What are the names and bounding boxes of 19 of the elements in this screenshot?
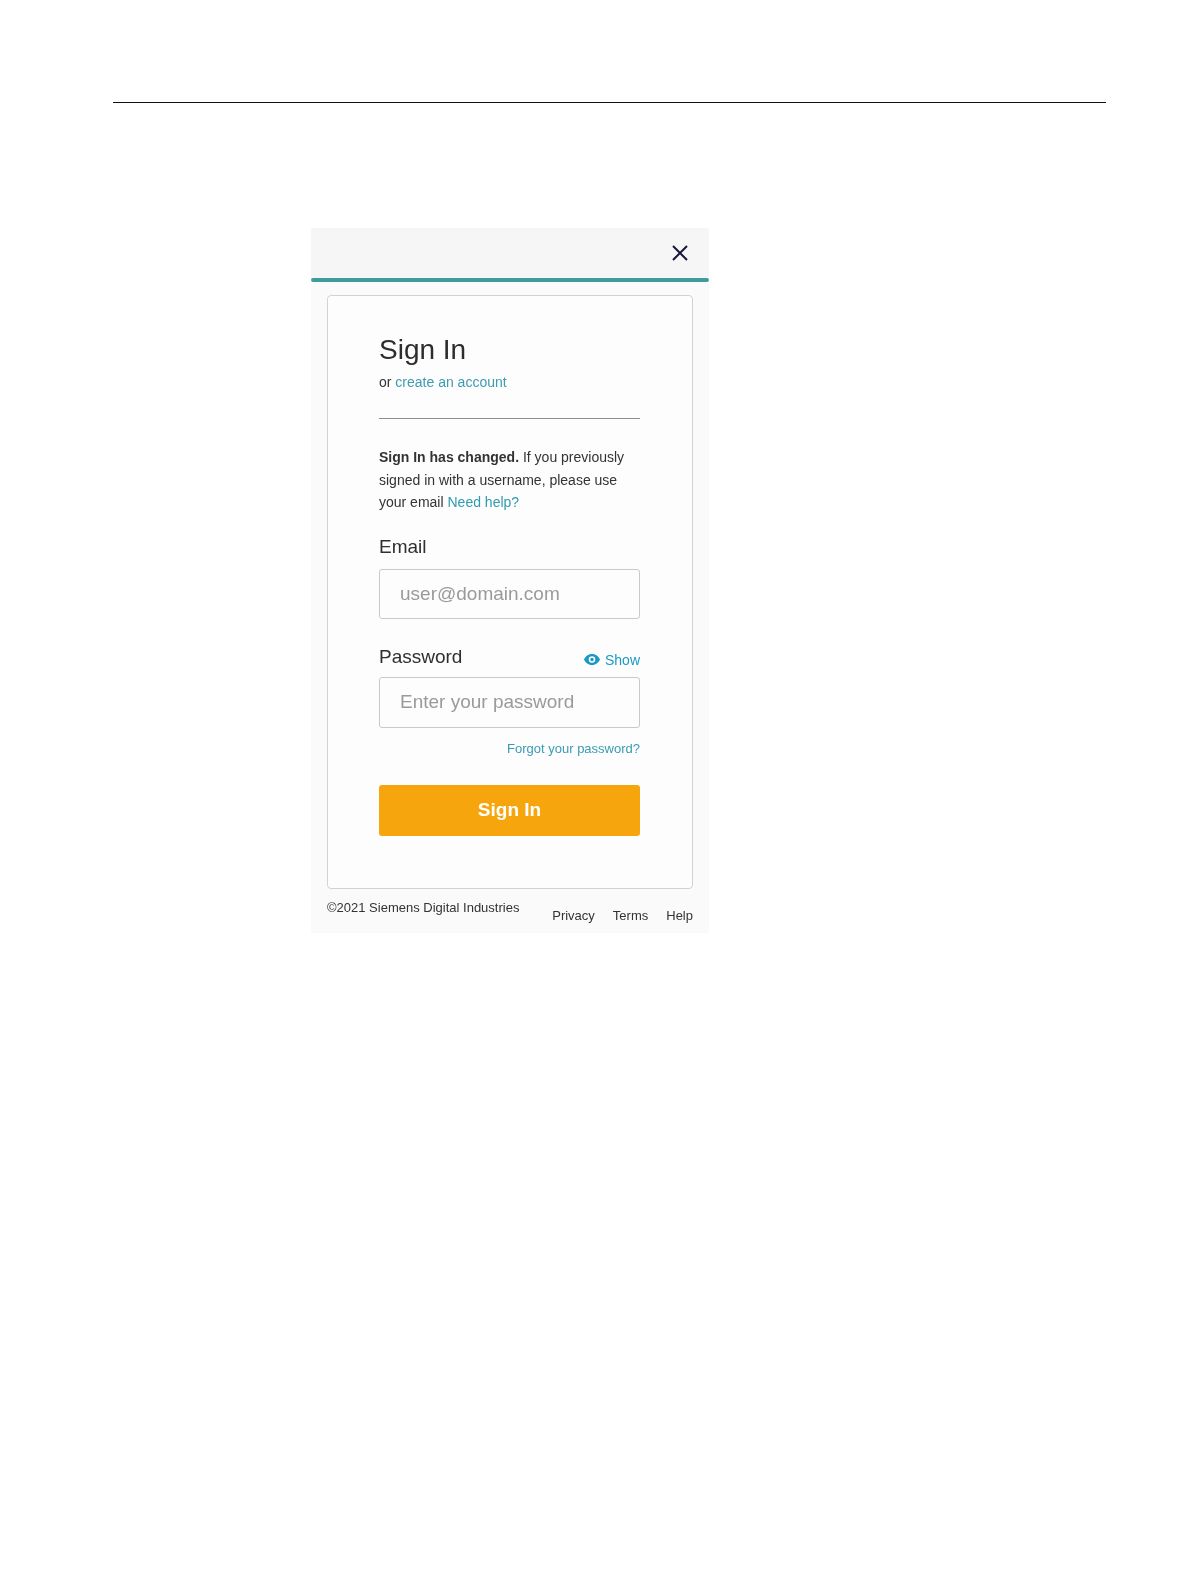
field-label: Password bbox=[379, 644, 463, 669]
field-label: Email bbox=[379, 534, 427, 559]
sign-in-title: Sign In bbox=[379, 333, 468, 367]
notice-text: Sign In has changed. If you previously signed in with a username, please use your email Need help? bbox=[379, 448, 626, 512]
close-icon bbox=[672, 245, 688, 261]
copyright-text: ©2021 Siemens Digital Industries bbox=[327, 898, 520, 917]
email-field[interactable]: user@domain.com bbox=[379, 568, 640, 619]
need-help-link[interactable]: Need help? bbox=[447, 494, 520, 510]
footer-link[interactable]: Privacy bbox=[552, 906, 595, 925]
create-account-text: or create an account bbox=[379, 373, 508, 392]
eye-icon bbox=[583, 654, 600, 665]
create-account-link[interactable]: create an account bbox=[395, 374, 507, 390]
password-field[interactable]: Enter your password bbox=[379, 676, 640, 728]
forgot-password-link[interactable]: Forgot your password? bbox=[507, 739, 640, 758]
sign-in-button[interactable]: Sign In bbox=[379, 784, 640, 836]
footer-link[interactable]: Help bbox=[666, 906, 693, 925]
close-button[interactable] bbox=[672, 245, 688, 261]
show-password-toggle[interactable]: Show bbox=[583, 650, 640, 669]
footer-link[interactable]: Terms bbox=[612, 906, 649, 925]
